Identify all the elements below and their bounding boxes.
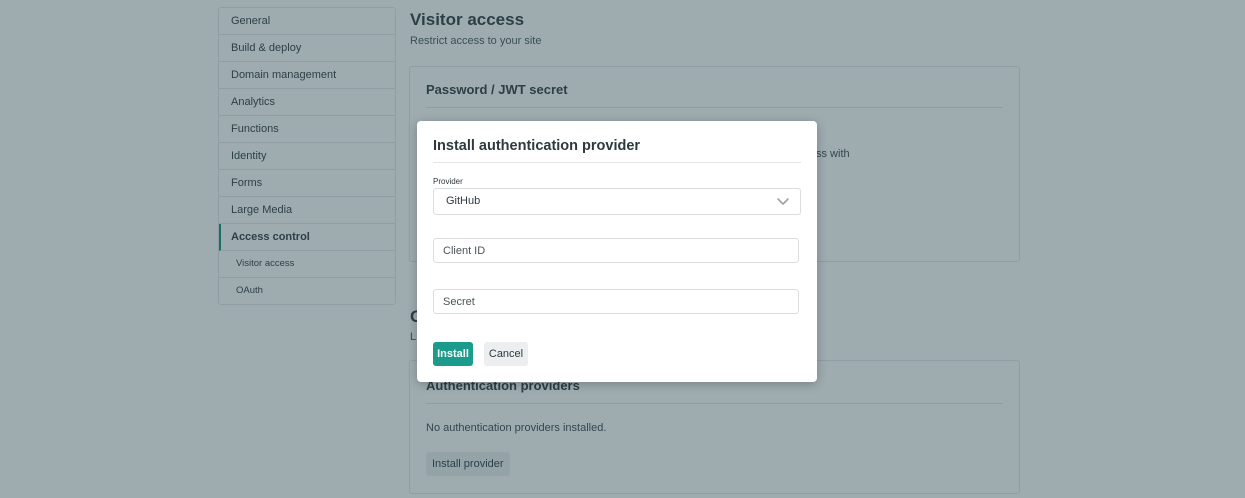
modal-divider [433,162,801,163]
cancel-button[interactable]: Cancel [484,342,528,366]
client-id-input[interactable] [433,238,799,263]
provider-select-value: GitHub [446,195,481,207]
install-button[interactable]: Install [433,342,473,366]
install-auth-provider-modal: Install authentication provider Provider… [417,121,817,382]
modal-title: Install authentication provider [433,138,641,154]
chevron-down-icon [777,198,789,205]
provider-select[interactable]: GitHub [433,188,801,215]
secret-input[interactable] [433,289,799,314]
provider-label: Provider [433,177,463,186]
